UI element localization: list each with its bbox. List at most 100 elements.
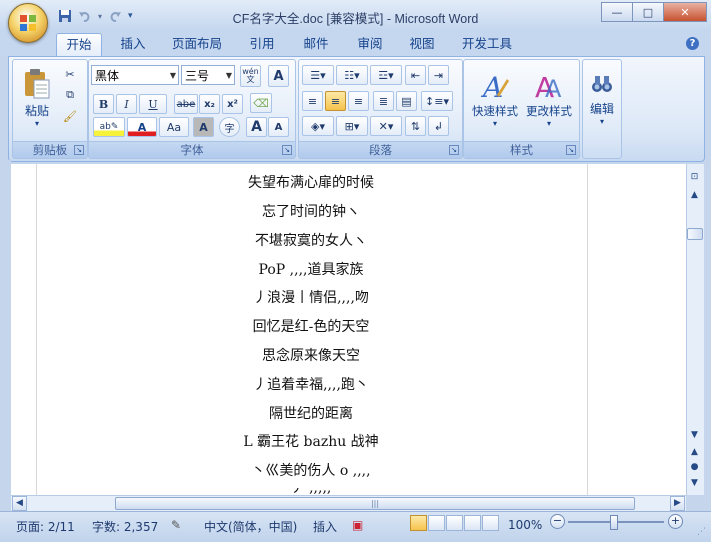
strikethrough-button[interactable]: abe [174, 94, 198, 114]
justify-icon[interactable]: ≣ [373, 91, 394, 111]
tab-view[interactable]: 视图 [400, 33, 444, 55]
font-size-combo[interactable]: 三号 ▼ [181, 65, 235, 85]
bold-button[interactable]: B [93, 94, 114, 114]
styles-group-label: 样式 [464, 141, 579, 158]
word-count[interactable]: 字数: 2,357 [92, 518, 158, 535]
asian-layout-icon[interactable]: ✕▾ [370, 116, 402, 136]
align-left-icon[interactable]: ≡ [302, 91, 323, 111]
minimize-button[interactable]: — [601, 2, 633, 22]
paste-button[interactable]: 粘贴 ▾ [18, 62, 56, 134]
proofing-icon[interactable]: ✎ [171, 518, 181, 532]
scroll-up-icon[interactable]: ▲ [687, 189, 702, 202]
close-button[interactable]: ✕ [663, 2, 707, 22]
next-page-icon[interactable]: ▼ [687, 477, 702, 490]
align-right-icon[interactable]: ≡ [348, 91, 369, 111]
font-launcher-icon[interactable]: ↘ [282, 145, 292, 155]
resize-grip-icon[interactable]: ⋰ [697, 527, 709, 539]
scroll-left-icon[interactable]: ◀ [12, 496, 27, 511]
zoom-level[interactable]: 100% [508, 518, 542, 532]
doc-line[interactable]: 忘了时间的钟ヽ [11, 201, 611, 221]
previous-page-icon[interactable]: ▲ [687, 446, 702, 459]
font-name-combo[interactable]: 黑体 ▼ [91, 65, 179, 85]
full-screen-reading-icon[interactable] [428, 515, 445, 531]
numbering-icon[interactable]: ☷▾ [336, 65, 368, 85]
maximize-button[interactable]: □ [632, 2, 664, 22]
quick-styles-label: 快速样式 [472, 103, 518, 118]
highlight-button[interactable]: ab✎ [93, 117, 125, 137]
char-shading-button[interactable]: A [193, 117, 214, 137]
multilevel-list-icon[interactable]: ☲▾ [370, 65, 402, 85]
doc-line[interactable]: 思念原来像天空 [11, 345, 611, 365]
horizontal-scroll-thumb[interactable]: ||| [115, 497, 635, 510]
doc-line[interactable]: 不堪寂寞的女人ヽ [11, 230, 611, 250]
copy-icon[interactable]: ⧉ [60, 85, 80, 105]
tab-mailings[interactable]: 邮件 [294, 33, 338, 55]
change-styles-button[interactable]: A A 更改样式 ▾ [521, 62, 577, 136]
phonetic-guide-button[interactable]: wén 文 [240, 65, 261, 87]
editing-button[interactable]: 编辑 ▾ [584, 62, 620, 136]
cut-icon[interactable]: ✂ [60, 64, 80, 84]
line-spacing-icon[interactable]: ↕≡▾ [421, 91, 453, 111]
font-color-button[interactable]: A [127, 117, 157, 137]
clipboard-launcher-icon[interactable]: ↘ [74, 145, 84, 155]
tab-home[interactable]: 开始 [56, 33, 102, 56]
change-case-button[interactable]: Aa [159, 117, 189, 137]
language-indicator[interactable]: 中文(简体，中国) [204, 518, 297, 535]
doc-line[interactable]: PoP ,,,,道具家族 [11, 259, 611, 279]
doc-line[interactable]: 丿 ,,,,, [11, 488, 611, 495]
shrink-font-button[interactable]: A [268, 117, 289, 137]
insert-mode[interactable]: 插入 [313, 518, 337, 535]
tab-page-layout[interactable]: 页面布局 [166, 33, 228, 55]
zoom-slider-thumb[interactable] [610, 515, 618, 530]
sort-icon[interactable]: ⇅ [405, 116, 426, 136]
borders-icon[interactable]: ⊞▾ [336, 116, 368, 136]
office-button[interactable] [8, 3, 48, 43]
scroll-down-icon[interactable]: ▼ [687, 429, 702, 442]
bullets-icon[interactable]: ☰▾ [302, 65, 334, 85]
quick-styles-button[interactable]: A 快速样式 ▾ [467, 62, 523, 136]
show-marks-icon[interactable]: ↲ [428, 116, 449, 136]
paragraph-launcher-icon[interactable]: ↘ [449, 145, 459, 155]
font-name-value: 黑体 [95, 69, 120, 83]
help-icon[interactable]: ? [686, 37, 699, 50]
grow-font-button[interactable]: A [246, 117, 267, 137]
browse-object-icon[interactable]: ● [687, 461, 702, 474]
subscript-button[interactable]: x₂ [199, 94, 220, 114]
page-indicator[interactable]: 页面: 2/11 [16, 518, 75, 535]
zoom-in-icon[interactable]: + [668, 514, 683, 529]
distributed-icon[interactable]: ▤ [396, 91, 417, 111]
underline-button[interactable]: U [139, 94, 167, 114]
tab-review[interactable]: 审阅 [348, 33, 392, 55]
align-center-icon[interactable]: ≡ [325, 91, 346, 111]
zoom-out-icon[interactable]: − [550, 514, 565, 529]
italic-button[interactable]: I [116, 94, 137, 114]
ruler-toggle-icon[interactable]: ⊡ [687, 171, 702, 184]
enclose-char-button[interactable]: 字 [219, 117, 240, 137]
vertical-scroll-thumb[interactable] [687, 228, 703, 240]
draft-view-icon[interactable] [482, 515, 499, 531]
web-layout-icon[interactable] [446, 515, 463, 531]
doc-line[interactable]: 回忆是红-色的天空 [11, 316, 611, 336]
decrease-indent-icon[interactable]: ⇤ [405, 65, 426, 85]
increase-indent-icon[interactable]: ⇥ [428, 65, 449, 85]
styles-launcher-icon[interactable]: ↘ [566, 145, 576, 155]
format-painter-icon[interactable]: 🖌 [60, 106, 80, 126]
chevron-down-icon: ▾ [546, 118, 551, 128]
doc-line[interactable]: L 霸王花 bazhu 战神 [11, 431, 611, 451]
shading-icon[interactable]: ◈▾ [302, 116, 334, 136]
doc-line[interactable]: 失望布满心扉的时候 [11, 172, 611, 192]
doc-line[interactable]: 丿追着幸福,,,,跑丶 [11, 374, 611, 394]
doc-line[interactable]: 丶巛美的伤人 o ,,,, [11, 460, 611, 480]
doc-line[interactable]: 丿浪漫丨情侣,,,,吻 [11, 287, 611, 307]
scroll-right-icon[interactable]: ▶ [670, 496, 685, 511]
print-layout-view-icon[interactable] [410, 515, 427, 531]
char-border-button[interactable]: A [268, 65, 289, 87]
tab-references[interactable]: 引用 [240, 33, 284, 55]
doc-line[interactable]: 隔世纪的距离 [11, 403, 611, 423]
macro-recording-icon[interactable]: ▣ [352, 518, 363, 532]
superscript-button[interactable]: x² [222, 94, 243, 114]
outline-view-icon[interactable] [464, 515, 481, 531]
tab-developer[interactable]: 开发工具 [454, 33, 520, 55]
tab-insert[interactable]: 插入 [112, 33, 154, 55]
clear-formatting-icon[interactable]: ⌫ [250, 93, 272, 113]
